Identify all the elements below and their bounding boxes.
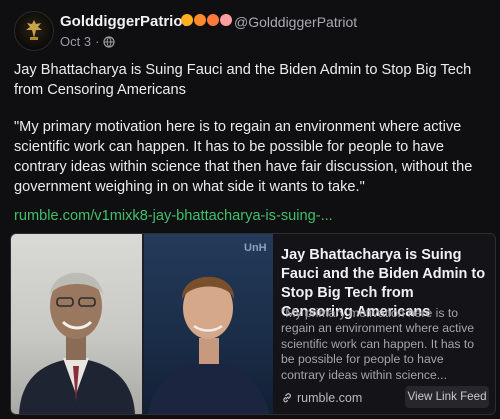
card-domain-text: rumble.com: [297, 391, 363, 405]
avatar[interactable]: [14, 11, 54, 51]
post-meta: Oct 3 ·: [60, 34, 116, 49]
thumbnail-watermark: UnH: [244, 242, 267, 254]
badge-icon: [181, 14, 193, 26]
post-date[interactable]: Oct 3: [60, 34, 91, 49]
badge-icon: [220, 14, 232, 26]
link-preview-card[interactable]: UnH Jay Bhattacharya is Suing Fauci and …: [10, 233, 496, 415]
card-domain[interactable]: rumble.com: [281, 391, 362, 405]
post: GolddiggerPatriot @GolddiggerPatriot Oct…: [0, 0, 500, 419]
view-link-feed-button[interactable]: View Link Feed: [405, 386, 489, 408]
thumbnail-left-panel: [11, 234, 142, 414]
eagle-emblem-icon: [26, 20, 42, 40]
person-left-icon: [19, 272, 135, 414]
card-description: "My primary motivation here is to regain…: [281, 306, 475, 382]
post-link[interactable]: rumble.com/v1mixk8-jay-bhattacharya-is-s…: [14, 208, 333, 224]
badge-icon: [207, 14, 219, 26]
person-right-icon: [148, 276, 269, 414]
badge-icon: [194, 14, 206, 26]
link-thumbnail[interactable]: UnH: [11, 234, 273, 414]
meta-separator: ·: [95, 34, 100, 49]
author-name[interactable]: GolddiggerPatriot: [60, 13, 188, 30]
post-quote: "My primary motivation here is to regain…: [14, 119, 473, 195]
author-handle[interactable]: @GolddiggerPatriot: [234, 14, 357, 30]
badge-group: [181, 14, 232, 26]
link-icon: [283, 393, 291, 403]
post-headline: Jay Bhattacharya is Suing Fauci and the …: [14, 62, 472, 98]
globe-icon: [103, 35, 116, 48]
thumbnail-right-panel: [144, 234, 273, 414]
